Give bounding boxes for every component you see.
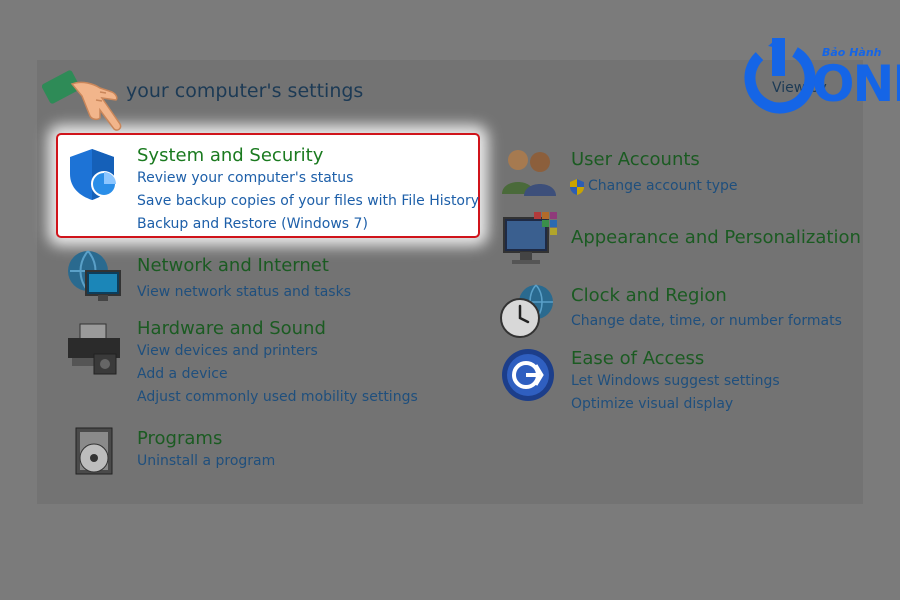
logo-text-main: ONE [812, 55, 900, 113]
category-title[interactable]: Hardware and Sound [137, 318, 418, 340]
link-change-account-type[interactable]: Change account type [588, 175, 738, 198]
programs-disc-icon [68, 424, 120, 484]
users-icon [500, 146, 558, 202]
category-appearance: Appearance and Personalization [571, 227, 861, 249]
category-title[interactable]: Network and Internet [137, 255, 351, 277]
link-optimize-display[interactable]: Optimize visual display [571, 393, 780, 416]
link-suggest-settings[interactable]: Let Windows suggest settings [571, 370, 780, 393]
change-account-row: Change account type [569, 175, 738, 198]
link-backup-restore[interactable]: Backup and Restore (Windows 7) [137, 213, 479, 236]
link-review-status[interactable]: Review your computer's status [137, 167, 479, 190]
link-add-device[interactable]: Add a device [137, 363, 418, 386]
category-programs: Programs Uninstall a program [137, 428, 275, 473]
category-title[interactable]: Clock and Region [571, 285, 842, 307]
printer-icon [64, 320, 124, 382]
category-ease-of-access: Ease of Access Let Windows suggest setti… [571, 348, 780, 416]
category-clock-region: Clock and Region Change date, time, or n… [571, 285, 842, 333]
link-date-time-formats[interactable]: Change date, time, or number formats [571, 310, 842, 333]
network-globe-icon [64, 247, 124, 311]
link-mobility-settings[interactable]: Adjust commonly used mobility settings [137, 386, 418, 409]
category-network: Network and Internet View network status… [137, 255, 351, 304]
category-title[interactable]: Ease of Access [571, 348, 780, 370]
link-uninstall-program[interactable]: Uninstall a program [137, 450, 275, 473]
monitor-palette-icon [500, 210, 560, 274]
category-title[interactable]: Appearance and Personalization [571, 227, 861, 249]
link-network-status[interactable]: View network status and tasks [137, 281, 351, 304]
pointing-hand-icon [41, 66, 132, 150]
page-heading: your computer's settings [126, 80, 364, 102]
category-title[interactable]: System and Security [137, 145, 479, 167]
category-system-security: System and Security Review your computer… [137, 145, 479, 236]
category-title[interactable]: Programs [137, 428, 275, 450]
category-user-accounts: User Accounts Change account type [569, 149, 738, 198]
ease-of-access-icon [500, 347, 556, 407]
link-devices-printers[interactable]: View devices and printers [137, 340, 418, 363]
uac-shield-icon [569, 178, 585, 196]
link-file-history[interactable]: Save backup copies of your files with Fi… [137, 190, 479, 213]
category-title[interactable]: User Accounts [571, 149, 738, 171]
clock-globe-icon [498, 282, 558, 346]
shield-icon [64, 146, 120, 206]
category-hardware: Hardware and Sound View devices and prin… [137, 318, 418, 409]
